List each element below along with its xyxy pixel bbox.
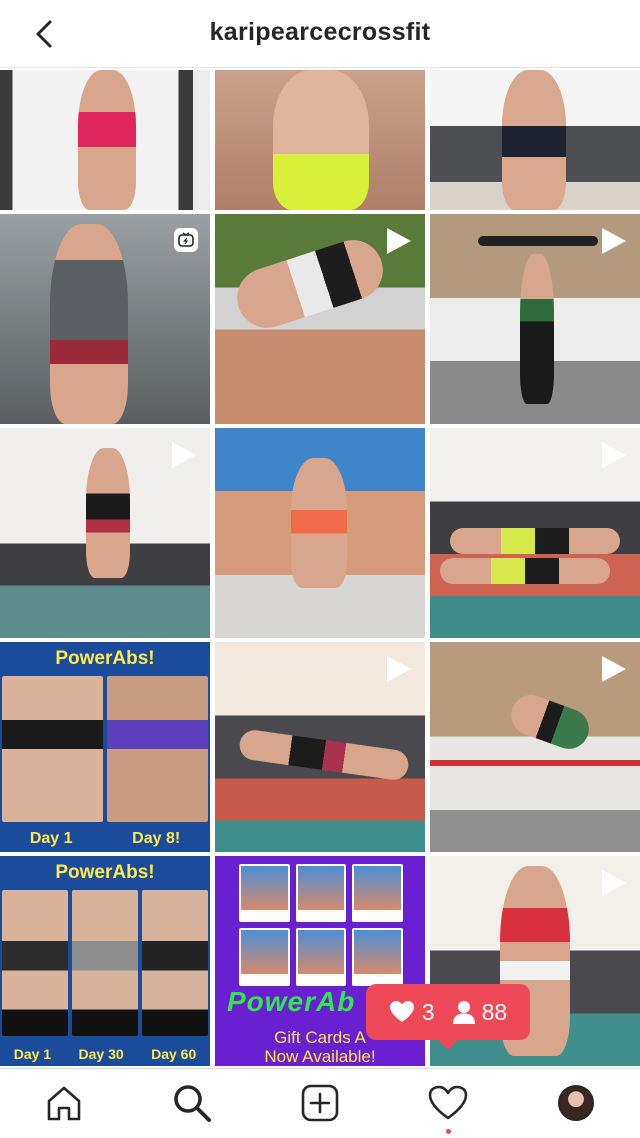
progress-photo — [2, 890, 68, 1036]
post-thumbnail[interactable] — [430, 214, 640, 424]
progress-photo — [142, 890, 208, 1036]
likes-count: 3 — [389, 999, 435, 1026]
day-labels: Day 1 Day 30 Day 60 — [0, 1046, 210, 1062]
after-photo — [107, 676, 208, 822]
post-thumbnail[interactable] — [215, 214, 425, 424]
home-icon — [47, 1086, 81, 1121]
rig-bar — [430, 760, 640, 766]
post-thumbnail[interactable] — [0, 428, 210, 638]
post-thumbnail[interactable] — [430, 642, 640, 852]
athlete-figure — [520, 254, 554, 404]
profile-username-title: karipearcecrossfit — [209, 18, 431, 46]
product-card — [352, 928, 403, 986]
nav-home[interactable] — [44, 1083, 84, 1123]
search-icon — [174, 1085, 211, 1122]
post-thumbnail[interactable] — [430, 70, 640, 210]
post-thumbnail[interactable] — [430, 428, 640, 638]
post-thumbnail[interactable] — [215, 642, 425, 852]
video-play-icon — [602, 870, 626, 896]
day-label: Day 30 — [78, 1046, 124, 1062]
athlete-figure — [450, 528, 620, 554]
posts-grid: PowerAbs! Day 1 Day 8! PowerAbs! Day 1 D… — [0, 70, 640, 1068]
nav-search[interactable] — [172, 1083, 212, 1123]
nav-profile[interactable] — [556, 1083, 596, 1123]
post-thumbnail[interactable]: PowerAbs! Day 1 Day 30 Day 60 — [0, 856, 210, 1066]
product-card — [352, 864, 403, 922]
product-card — [295, 928, 347, 986]
new-post-icon — [301, 1084, 339, 1122]
video-play-icon — [387, 656, 411, 682]
powerabs-title: PowerAbs! — [55, 648, 155, 669]
igtv-icon — [174, 228, 198, 252]
follows-count: 88 — [452, 998, 508, 1026]
powerabs-title: PowerAbs! — [55, 862, 155, 883]
athlete-figure — [440, 558, 610, 584]
video-play-icon — [602, 442, 626, 468]
athlete-figure — [50, 224, 128, 424]
post-thumbnail[interactable] — [0, 70, 210, 210]
athlete-figure — [502, 70, 566, 210]
activity-indicator-dot — [446, 1129, 451, 1134]
promo-brand: PowerAb — [227, 986, 356, 1017]
promo-line: Now Available! — [264, 1047, 376, 1066]
nav-new-post[interactable] — [300, 1083, 340, 1123]
product-card — [295, 864, 347, 922]
before-photo — [2, 676, 103, 822]
video-play-icon — [602, 228, 626, 254]
day-label: Day 8! — [132, 830, 181, 847]
profile-avatar — [558, 1085, 594, 1121]
athlete-figure — [229, 232, 391, 336]
activity-heart-icon — [428, 1085, 468, 1120]
nav-activity[interactable] — [428, 1083, 468, 1123]
post-thumbnail[interactable] — [0, 214, 210, 424]
bottom-navigation — [0, 1068, 640, 1138]
athlete-figure — [291, 458, 347, 588]
athlete-figure — [78, 70, 136, 210]
heart-icon — [389, 1001, 414, 1022]
person-icon — [452, 1001, 475, 1024]
top-bar: karipearcecrossfit — [0, 0, 640, 68]
athlete-figure — [273, 70, 369, 210]
video-play-icon — [602, 656, 626, 682]
product-grid — [239, 864, 403, 986]
post-thumbnail[interactable] — [215, 70, 425, 210]
before-after-photos — [0, 676, 210, 822]
product-card — [239, 864, 290, 922]
video-play-icon — [172, 442, 196, 468]
post-thumbnail[interactable]: PowerAbs! Day 1 Day 8! — [0, 642, 210, 852]
product-card — [239, 928, 290, 986]
progress-photos — [0, 890, 210, 1036]
activity-notification-badge[interactable]: 3 88 — [366, 984, 530, 1050]
video-play-icon — [387, 228, 411, 254]
athlete-figure — [86, 448, 130, 578]
post-thumbnail[interactable] — [215, 428, 425, 638]
day-label: Day 1 — [13, 1046, 52, 1062]
athlete-figure — [505, 689, 595, 755]
progress-photo — [72, 890, 138, 1036]
day-label: Day 60 — [151, 1046, 197, 1062]
day-label: Day 1 — [29, 830, 73, 847]
follows-number: 88 — [481, 998, 508, 1025]
barbell — [478, 236, 598, 246]
athlete-figure — [237, 728, 411, 782]
day-labels: Day 1 Day 8! — [0, 830, 210, 848]
likes-number: 3 — [421, 998, 435, 1025]
